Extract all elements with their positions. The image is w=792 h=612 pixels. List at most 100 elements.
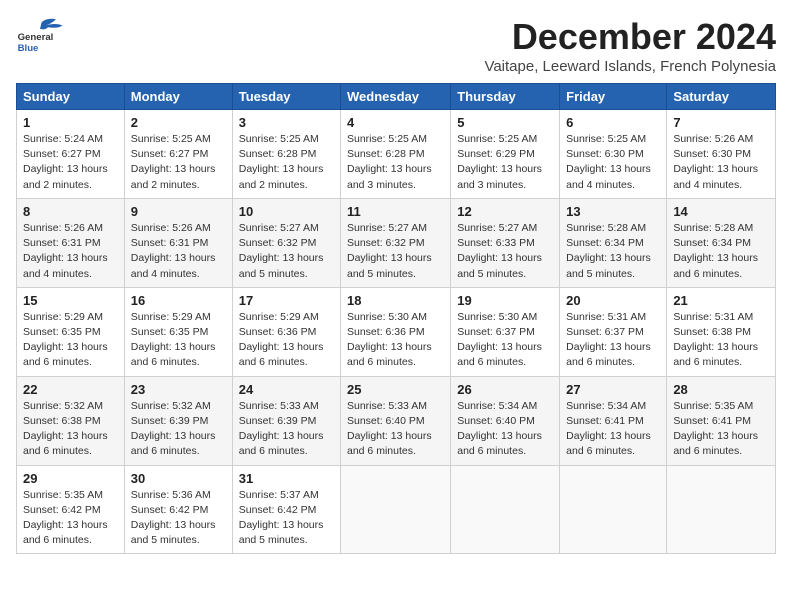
calendar-cell: 27 Sunrise: 5:34 AM Sunset: 6:41 PM Dayl… <box>560 376 667 465</box>
day-number: 23 <box>131 382 226 397</box>
calendar-cell: 21 Sunrise: 5:31 AM Sunset: 6:38 PM Dayl… <box>667 287 776 376</box>
day-info: Sunrise: 5:28 AM Sunset: 6:34 PM Dayligh… <box>673 221 769 282</box>
day-number: 5 <box>457 115 553 130</box>
day-header-thursday: Thursday <box>451 84 560 110</box>
day-info: Sunrise: 5:30 AM Sunset: 6:37 PM Dayligh… <box>457 310 553 371</box>
day-number: 22 <box>23 382 118 397</box>
day-info: Sunrise: 5:27 AM Sunset: 6:32 PM Dayligh… <box>347 221 444 282</box>
day-info: Sunrise: 5:25 AM Sunset: 6:29 PM Dayligh… <box>457 132 553 193</box>
calendar-cell: 19 Sunrise: 5:30 AM Sunset: 6:37 PM Dayl… <box>451 287 560 376</box>
calendar-cell: 16 Sunrise: 5:29 AM Sunset: 6:35 PM Dayl… <box>124 287 232 376</box>
day-info: Sunrise: 5:36 AM Sunset: 6:42 PM Dayligh… <box>131 488 226 549</box>
day-header-saturday: Saturday <box>667 84 776 110</box>
day-number: 1 <box>23 115 118 130</box>
day-info: Sunrise: 5:29 AM Sunset: 6:35 PM Dayligh… <box>23 310 118 371</box>
day-info: Sunrise: 5:32 AM Sunset: 6:38 PM Dayligh… <box>23 399 118 460</box>
calendar-cell: 8 Sunrise: 5:26 AM Sunset: 6:31 PM Dayli… <box>17 198 125 287</box>
calendar-cell: 12 Sunrise: 5:27 AM Sunset: 6:33 PM Dayl… <box>451 198 560 287</box>
day-number: 7 <box>673 115 769 130</box>
day-info: Sunrise: 5:25 AM Sunset: 6:28 PM Dayligh… <box>239 132 334 193</box>
calendar-cell: 23 Sunrise: 5:32 AM Sunset: 6:39 PM Dayl… <box>124 376 232 465</box>
day-number: 31 <box>239 471 334 486</box>
day-header-friday: Friday <box>560 84 667 110</box>
day-info: Sunrise: 5:25 AM Sunset: 6:30 PM Dayligh… <box>566 132 660 193</box>
calendar-cell: 15 Sunrise: 5:29 AM Sunset: 6:35 PM Dayl… <box>17 287 125 376</box>
day-info: Sunrise: 5:33 AM Sunset: 6:40 PM Dayligh… <box>347 399 444 460</box>
calendar-cell: 29 Sunrise: 5:35 AM Sunset: 6:42 PM Dayl… <box>17 465 125 554</box>
calendar-header-row: SundayMondayTuesdayWednesdayThursdayFrid… <box>17 84 776 110</box>
calendar-cell: 5 Sunrise: 5:25 AM Sunset: 6:29 PM Dayli… <box>451 110 560 199</box>
day-info: Sunrise: 5:26 AM Sunset: 6:30 PM Dayligh… <box>673 132 769 193</box>
day-number: 25 <box>347 382 444 397</box>
day-info: Sunrise: 5:34 AM Sunset: 6:40 PM Dayligh… <box>457 399 553 460</box>
day-number: 2 <box>131 115 226 130</box>
calendar-week-4: 22 Sunrise: 5:32 AM Sunset: 6:38 PM Dayl… <box>17 376 776 465</box>
day-info: Sunrise: 5:25 AM Sunset: 6:27 PM Dayligh… <box>131 132 226 193</box>
calendar-cell: 24 Sunrise: 5:33 AM Sunset: 6:39 PM Dayl… <box>232 376 340 465</box>
day-info: Sunrise: 5:26 AM Sunset: 6:31 PM Dayligh… <box>131 221 226 282</box>
day-header-sunday: Sunday <box>17 84 125 110</box>
day-number: 27 <box>566 382 660 397</box>
day-info: Sunrise: 5:35 AM Sunset: 6:41 PM Dayligh… <box>673 399 769 460</box>
calendar-table: SundayMondayTuesdayWednesdayThursdayFrid… <box>16 83 776 554</box>
day-info: Sunrise: 5:31 AM Sunset: 6:38 PM Dayligh… <box>673 310 769 371</box>
day-number: 30 <box>131 471 226 486</box>
day-number: 29 <box>23 471 118 486</box>
calendar-week-3: 15 Sunrise: 5:29 AM Sunset: 6:35 PM Dayl… <box>17 287 776 376</box>
calendar-cell <box>560 465 667 554</box>
day-info: Sunrise: 5:34 AM Sunset: 6:41 PM Dayligh… <box>566 399 660 460</box>
calendar-cell: 25 Sunrise: 5:33 AM Sunset: 6:40 PM Dayl… <box>341 376 451 465</box>
calendar-cell: 4 Sunrise: 5:25 AM Sunset: 6:28 PM Dayli… <box>341 110 451 199</box>
calendar-cell: 22 Sunrise: 5:32 AM Sunset: 6:38 PM Dayl… <box>17 376 125 465</box>
calendar-cell <box>341 465 451 554</box>
day-number: 8 <box>23 204 118 219</box>
day-info: Sunrise: 5:31 AM Sunset: 6:37 PM Dayligh… <box>566 310 660 371</box>
calendar-cell: 10 Sunrise: 5:27 AM Sunset: 6:32 PM Dayl… <box>232 198 340 287</box>
day-info: Sunrise: 5:26 AM Sunset: 6:31 PM Dayligh… <box>23 221 118 282</box>
location: Vaitape, Leeward Islands, French Polynes… <box>484 58 776 75</box>
day-info: Sunrise: 5:24 AM Sunset: 6:27 PM Dayligh… <box>23 132 118 193</box>
logo: General Blue <box>16 16 64 56</box>
day-info: Sunrise: 5:29 AM Sunset: 6:36 PM Dayligh… <box>239 310 334 371</box>
day-number: 10 <box>239 204 334 219</box>
day-header-monday: Monday <box>124 84 232 110</box>
calendar-cell: 13 Sunrise: 5:28 AM Sunset: 6:34 PM Dayl… <box>560 198 667 287</box>
day-info: Sunrise: 5:25 AM Sunset: 6:28 PM Dayligh… <box>347 132 444 193</box>
calendar-cell: 1 Sunrise: 5:24 AM Sunset: 6:27 PM Dayli… <box>17 110 125 199</box>
calendar-cell: 7 Sunrise: 5:26 AM Sunset: 6:30 PM Dayli… <box>667 110 776 199</box>
logo-icon: General Blue <box>16 16 64 56</box>
day-number: 21 <box>673 293 769 308</box>
calendar-cell: 14 Sunrise: 5:28 AM Sunset: 6:34 PM Dayl… <box>667 198 776 287</box>
calendar-cell: 26 Sunrise: 5:34 AM Sunset: 6:40 PM Dayl… <box>451 376 560 465</box>
day-number: 16 <box>131 293 226 308</box>
calendar-cell: 11 Sunrise: 5:27 AM Sunset: 6:32 PM Dayl… <box>341 198 451 287</box>
day-number: 12 <box>457 204 553 219</box>
day-number: 19 <box>457 293 553 308</box>
calendar-week-2: 8 Sunrise: 5:26 AM Sunset: 6:31 PM Dayli… <box>17 198 776 287</box>
day-info: Sunrise: 5:37 AM Sunset: 6:42 PM Dayligh… <box>239 488 334 549</box>
calendar-cell: 31 Sunrise: 5:37 AM Sunset: 6:42 PM Dayl… <box>232 465 340 554</box>
calendar-cell <box>451 465 560 554</box>
day-info: Sunrise: 5:28 AM Sunset: 6:34 PM Dayligh… <box>566 221 660 282</box>
day-number: 6 <box>566 115 660 130</box>
calendar-cell: 30 Sunrise: 5:36 AM Sunset: 6:42 PM Dayl… <box>124 465 232 554</box>
day-number: 14 <box>673 204 769 219</box>
svg-text:General: General <box>18 32 54 43</box>
day-info: Sunrise: 5:33 AM Sunset: 6:39 PM Dayligh… <box>239 399 334 460</box>
day-number: 26 <box>457 382 553 397</box>
calendar-cell: 17 Sunrise: 5:29 AM Sunset: 6:36 PM Dayl… <box>232 287 340 376</box>
calendar-cell: 9 Sunrise: 5:26 AM Sunset: 6:31 PM Dayli… <box>124 198 232 287</box>
day-header-tuesday: Tuesday <box>232 84 340 110</box>
calendar-cell: 18 Sunrise: 5:30 AM Sunset: 6:36 PM Dayl… <box>341 287 451 376</box>
day-number: 17 <box>239 293 334 308</box>
day-number: 15 <box>23 293 118 308</box>
day-number: 9 <box>131 204 226 219</box>
day-number: 28 <box>673 382 769 397</box>
day-number: 24 <box>239 382 334 397</box>
calendar-cell: 2 Sunrise: 5:25 AM Sunset: 6:27 PM Dayli… <box>124 110 232 199</box>
day-info: Sunrise: 5:30 AM Sunset: 6:36 PM Dayligh… <box>347 310 444 371</box>
month-title: December 2024 <box>484 16 776 58</box>
page-header: General Blue December 2024 Vaitape, Leew… <box>16 16 776 75</box>
title-block: December 2024 Vaitape, Leeward Islands, … <box>484 16 776 75</box>
svg-text:Blue: Blue <box>18 43 39 54</box>
